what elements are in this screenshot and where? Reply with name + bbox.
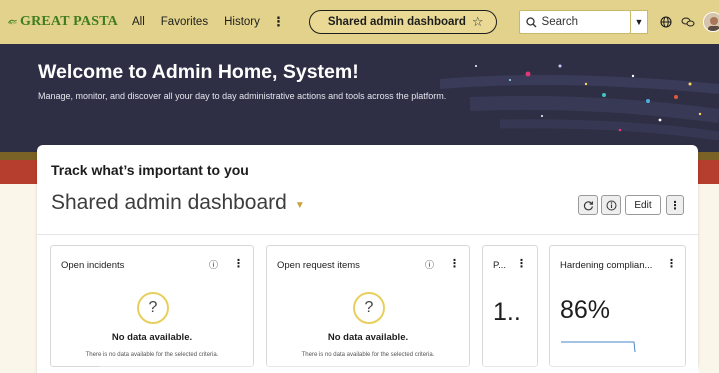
chat-icon[interactable] — [680, 11, 696, 33]
user-avatar[interactable] — [703, 12, 719, 32]
widget-title: Open incidents — [61, 260, 125, 271]
widget-title: Hardening complian... — [560, 260, 653, 271]
hero-title: Welcome to Admin Home, System! — [38, 61, 359, 83]
widget-more-icon[interactable]: ⋮ — [233, 257, 244, 270]
no-data-message: No data available. — [111, 332, 193, 343]
pasta-logo-icon — [8, 19, 17, 25]
widget-hardening-compliance[interactable]: Hardening complian... ⋮ 86% — [549, 245, 686, 367]
edit-button[interactable]: Edit — [625, 195, 661, 215]
current-dashboard-label: Shared admin dashboard — [327, 16, 466, 28]
brand-name: GREAT PASTA — [19, 14, 118, 29]
star-icon[interactable]: ☆ — [472, 14, 484, 30]
no-data-detail: There is no data available for the selec… — [85, 352, 219, 358]
widget-value: 86% — [560, 296, 611, 324]
sparkline-chart — [561, 341, 636, 353]
dashboard-selector[interactable]: Shared admin dashboard ▼ — [51, 191, 305, 215]
no-data-message: No data available. — [327, 332, 409, 343]
refresh-button[interactable] — [578, 195, 598, 215]
caret-down-icon: ▼ — [294, 199, 305, 211]
widget-value: 1.. — [493, 298, 521, 326]
card-title: Track what’s important to you — [51, 162, 249, 178]
widget-open-request-items[interactable]: Open request items ⓘ ⋮ ? No data availab… — [266, 245, 470, 367]
dashboard-name: Shared admin dashboard — [51, 191, 287, 214]
bottom-fade — [100, 362, 700, 373]
hero-banner: Welcome to Admin Home, System! Manage, m… — [0, 44, 719, 152]
widget-info-icon[interactable]: ⓘ — [209, 258, 218, 271]
nav-more-icon[interactable]: ⋮ — [272, 14, 285, 30]
nav-item-history[interactable]: History — [224, 16, 260, 28]
search-placeholder: Search — [541, 16, 578, 28]
no-data-question-icon: ? — [137, 292, 169, 324]
hero-subtitle: Manage, monitor, and discover all your d… — [38, 91, 447, 101]
widget-p-score[interactable]: P... ⋮ 1.. — [482, 245, 538, 367]
globe-icon[interactable] — [658, 11, 674, 33]
info-button[interactable] — [601, 195, 621, 215]
brand-logo[interactable]: GREAT PASTA — [8, 14, 118, 30]
current-dashboard-pill[interactable]: Shared admin dashboard ☆ — [308, 10, 497, 34]
refresh-icon — [583, 200, 593, 210]
widget-info-icon[interactable]: ⓘ — [425, 258, 434, 271]
top-nav: GREAT PASTA All Favorites History ⋮ Shar… — [0, 0, 719, 44]
widget-open-incidents[interactable]: Open incidents ⓘ ⋮ ? No data available. … — [50, 245, 254, 367]
card-more-icon[interactable]: ⋮ — [666, 195, 684, 215]
widget-more-icon[interactable]: ⋮ — [516, 257, 527, 270]
widget-more-icon[interactable]: ⋮ — [449, 257, 460, 270]
nav-item-favorites[interactable]: Favorites — [161, 16, 208, 28]
widget-title: Open request items — [277, 260, 360, 271]
search-scope-dropdown[interactable]: ▼ — [631, 10, 648, 34]
avatar-photo-icon — [704, 13, 719, 31]
widget-title: P... — [493, 260, 507, 271]
info-icon — [606, 200, 616, 210]
search-icon — [525, 16, 537, 27]
no-data-detail: There is no data available for the selec… — [301, 352, 435, 358]
search-input[interactable]: Search — [518, 10, 632, 34]
no-data-question-icon: ? — [353, 292, 385, 324]
nav-item-all[interactable]: All — [132, 16, 145, 28]
card-divider — [37, 234, 698, 235]
widget-more-icon[interactable]: ⋮ — [666, 257, 677, 270]
